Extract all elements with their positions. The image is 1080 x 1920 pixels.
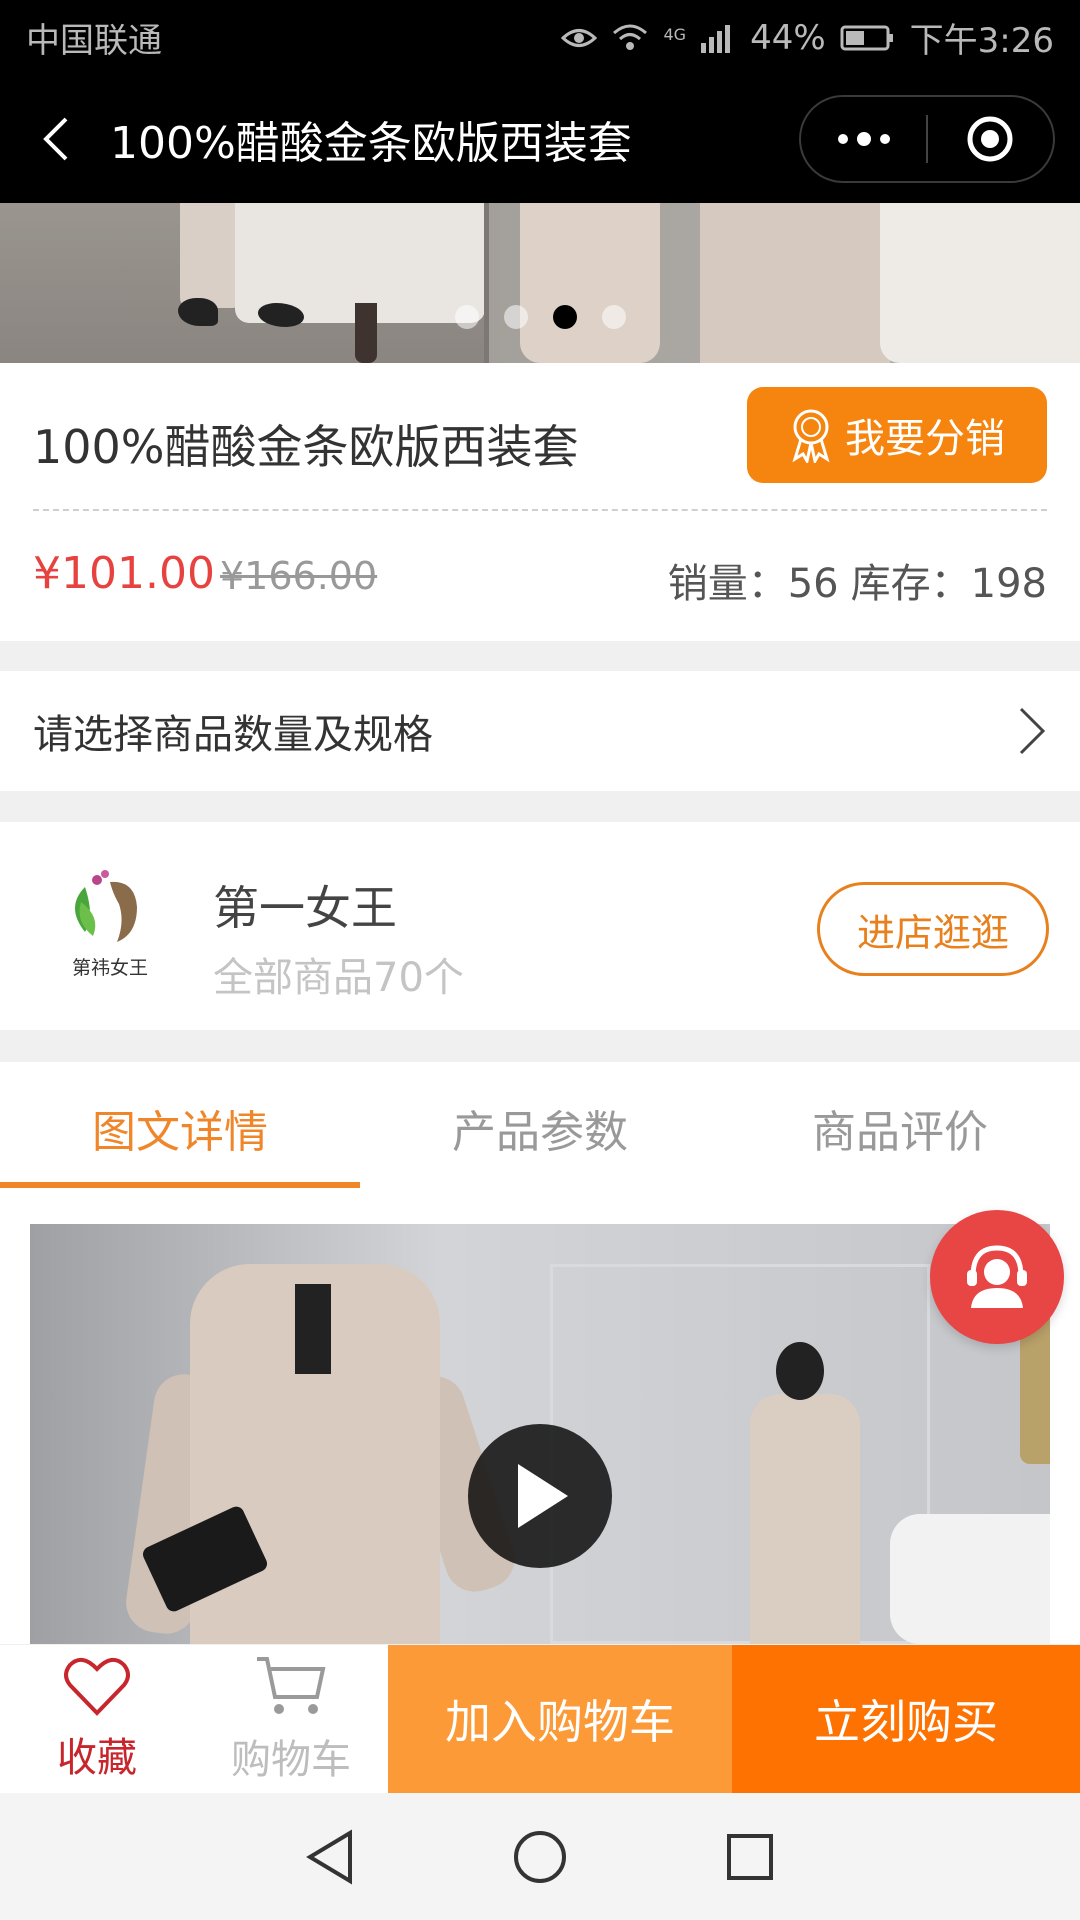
headset-agent-icon — [967, 1245, 1027, 1308]
favorite-label: 收藏 — [57, 1735, 137, 1781]
signal-icon — [701, 24, 731, 53]
system-nav-bar — [0, 1793, 1080, 1920]
tab-product-params[interactable]: 产品参数 — [360, 1062, 720, 1194]
cart-icon — [257, 1657, 326, 1714]
product-video[interactable] — [30, 1224, 1050, 1644]
back-button[interactable] — [0, 75, 110, 203]
spec-label: 请选择商品数量及规格 — [33, 712, 433, 758]
nav-back-button[interactable] — [290, 1817, 370, 1897]
stock-count: 库存：198 — [850, 561, 1047, 607]
shop-product-count: 全部商品70个 — [213, 955, 464, 1001]
play-icon — [518, 1464, 568, 1528]
sales-stock: 销量：56 库存：198 — [668, 551, 1047, 609]
nav-home-button[interactable] — [500, 1817, 580, 1897]
shop-name: 第一女王 — [213, 881, 397, 935]
status-indicators: 4G 44% 下午3:26 — [561, 13, 1054, 62]
chevron-left-icon — [43, 117, 68, 161]
carousel-dot[interactable] — [455, 305, 479, 329]
carousel-dot[interactable] — [504, 305, 528, 329]
carrier-name: 中国联通 — [26, 21, 162, 61]
product-image-carousel[interactable] — [0, 203, 1080, 363]
carousel-dot[interactable] — [602, 305, 626, 329]
carousel-indicator — [455, 305, 626, 329]
svg-text:第祎女王: 第祎女王 — [72, 957, 148, 979]
sales-count: 销量：56 — [667, 561, 839, 607]
detail-tabs: 图文详情 产品参数 商品评价 — [0, 1062, 1080, 1194]
battery-icon — [840, 25, 893, 50]
chevron-right-icon — [1019, 707, 1046, 755]
add-to-cart-button[interactable]: 加入购物车 — [388, 1645, 732, 1793]
nav-recents-button[interactable] — [710, 1817, 790, 1897]
cart-button[interactable]: 购物车 — [194, 1645, 388, 1793]
distribute-button[interactable]: 我要分销 — [747, 387, 1047, 483]
original-price: ¥166.00 — [220, 554, 378, 598]
product-name: 100%醋酸金条欧版西装套 — [33, 420, 579, 474]
more-icon — [837, 132, 890, 146]
shop-logo: 第祎女王 — [55, 862, 165, 992]
product-info-card: 100%醋酸金条欧版西装套 我要分销 ¥101.00 ¥166.00 销量：56… — [0, 363, 1080, 641]
wifi-icon — [613, 24, 648, 50]
page-title: 100%醋酸金条欧版西装套 — [110, 118, 632, 169]
page: 中国联通 4G 44% 下午3:26 100%醋酸金条欧版西装套 100%醋酸金… — [0, 0, 1080, 1920]
divider — [33, 509, 1047, 511]
tab-image-details[interactable]: 图文详情 — [0, 1062, 360, 1194]
close-mini-program-button[interactable] — [928, 97, 1053, 181]
customer-service-button[interactable] — [930, 1210, 1064, 1344]
network-type: 4G — [663, 25, 687, 44]
play-button[interactable] — [468, 1424, 612, 1568]
more-button[interactable] — [801, 97, 926, 181]
clock: 下午3:26 — [909, 21, 1054, 61]
bottom-action-bar: 收藏 购物车 加入购物车 立刻购买 — [0, 1645, 1080, 1793]
current-price: ¥101.00 — [33, 548, 215, 599]
shop-card: 第祎女王 第一女王 全部商品70个 进店逛逛 — [0, 822, 1080, 1030]
buy-now-button[interactable]: 立刻购买 — [732, 1645, 1080, 1793]
enter-shop-button[interactable]: 进店逛逛 — [817, 882, 1049, 976]
spec-selector[interactable]: 请选择商品数量及规格 — [0, 671, 1080, 791]
favorite-button[interactable]: 收藏 — [0, 1645, 194, 1793]
battery-percent: 44% — [750, 17, 826, 58]
heart-icon — [64, 1657, 130, 1716]
cart-label: 购物车 — [231, 1737, 351, 1783]
eye-icon — [561, 28, 598, 47]
tab-reviews[interactable]: 商品评价 — [720, 1062, 1080, 1194]
award-icon — [792, 409, 830, 463]
triangle-back-icon — [306, 1828, 352, 1885]
status-bar: 中国联通 4G 44% 下午3:26 — [0, 0, 1080, 75]
mini-program-capsule — [799, 95, 1055, 183]
target-icon — [967, 116, 1013, 162]
title-bar: 100%醋酸金条欧版西装套 — [0, 75, 1080, 203]
distribute-label: 我要分销 — [845, 416, 1005, 462]
circle-home-icon — [514, 1830, 566, 1883]
square-recents-icon — [727, 1833, 773, 1880]
carousel-dot-active[interactable] — [553, 305, 577, 329]
